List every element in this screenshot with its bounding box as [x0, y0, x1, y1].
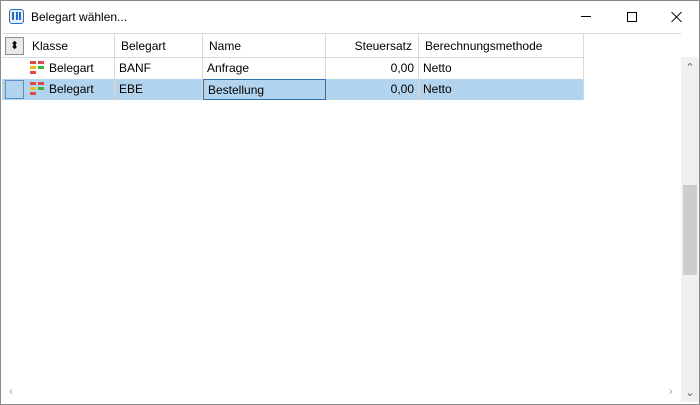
table-row[interactable]: Belegart BANF Anfrage 0,00 Netto	[2, 58, 584, 79]
cell-klasse: Belegart	[26, 79, 115, 100]
cell-berechnungsmethode: Netto	[419, 79, 584, 100]
belegart-grid[interactable]: ⬍ Klasse Belegart Name Steuersatz Berech…	[2, 33, 681, 401]
maximize-icon	[627, 11, 637, 22]
row-selector[interactable]	[5, 59, 24, 78]
scroll-down-icon[interactable]: ⌄	[681, 382, 699, 402]
belegart-class-icon	[30, 82, 45, 96]
minimize-icon	[581, 16, 591, 17]
row-selector[interactable]	[5, 80, 24, 99]
vertical-scrollbar[interactable]: ⌃ ⌄	[681, 57, 699, 402]
window-title: Belegart wählen...	[31, 10, 128, 24]
sort-updown-icon[interactable]: ⬍	[5, 37, 24, 55]
cell-name-focused[interactable]: Bestellung	[203, 79, 326, 100]
klasse-text: Belegart	[49, 82, 94, 96]
scroll-left-icon[interactable]: ‹	[9, 386, 13, 398]
minimize-button[interactable]	[563, 1, 609, 32]
table-row-selected[interactable]: Belegart EBE Bestellung 0,00 Netto	[2, 79, 584, 100]
column-header-name[interactable]: Name	[203, 34, 326, 58]
cell-belegart: BANF	[115, 58, 203, 79]
scroll-right-icon[interactable]: ›	[669, 386, 673, 398]
column-header-berechnungsmethode[interactable]: Berechnungsmethode	[419, 34, 584, 58]
cell-belegart: EBE	[115, 79, 203, 100]
column-header-klasse[interactable]: Klasse	[26, 34, 115, 58]
close-button[interactable]	[654, 1, 700, 32]
cell-klasse: Belegart	[26, 58, 115, 79]
maximize-button[interactable]	[609, 1, 655, 32]
column-header-belegart[interactable]: Belegart	[115, 34, 203, 58]
scroll-thumb[interactable]	[683, 185, 697, 275]
title-bar[interactable]: Belegart wählen...	[1, 1, 699, 32]
cell-steuersatz: 0,00	[326, 79, 419, 100]
app-window-icon	[9, 9, 24, 24]
grid-header: ⬍ Klasse Belegart Name Steuersatz Berech…	[2, 34, 584, 58]
close-icon	[671, 11, 683, 23]
cell-berechnungsmethode: Netto	[419, 58, 584, 79]
dialog-window: Belegart wählen... ⬍ Klasse Belegart Nam…	[0, 0, 700, 405]
cell-steuersatz: 0,00	[326, 58, 419, 79]
klasse-text: Belegart	[49, 61, 94, 75]
scroll-up-icon[interactable]: ⌃	[681, 57, 699, 77]
cell-name: Anfrage	[203, 58, 326, 79]
belegart-class-icon	[30, 61, 45, 75]
column-header-steuersatz[interactable]: Steuersatz	[326, 34, 419, 58]
